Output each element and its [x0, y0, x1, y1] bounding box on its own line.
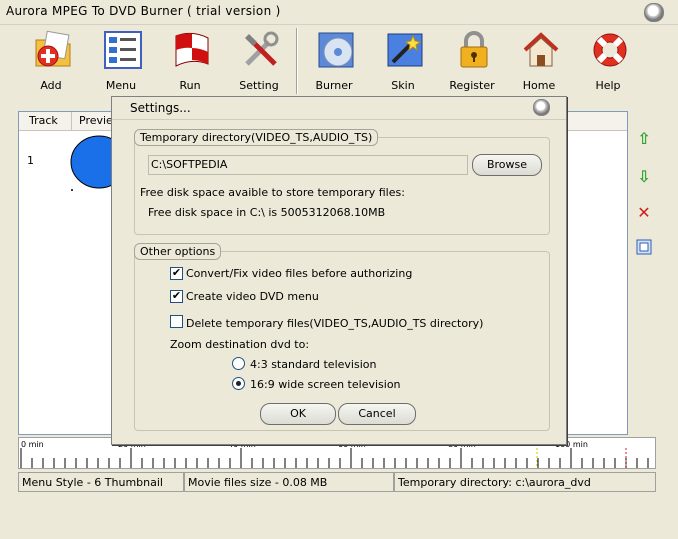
zoom-label: Zoom destination dvd to:: [170, 338, 310, 351]
cancel-button[interactable]: Cancel: [338, 403, 416, 425]
move-up-icon[interactable]: ⇧: [635, 130, 653, 148]
home-label: Home: [522, 79, 556, 92]
delete-icon[interactable]: ✕: [635, 204, 653, 222]
ok-button[interactable]: OK: [260, 403, 336, 425]
menu-button[interactable]: Menu: [88, 30, 154, 96]
run-button[interactable]: Run: [157, 30, 223, 96]
properties-icon[interactable]: [635, 239, 653, 257]
other-options-legend: Other options: [134, 243, 222, 260]
dialog-title-bar: Settings...: [112, 97, 566, 120]
zoom-16-9-label[interactable]: 16:9 wide screen television: [250, 378, 401, 391]
track-number: 1: [27, 154, 34, 167]
lifebuoy-icon: [593, 33, 627, 67]
toolbar-separator: [296, 28, 298, 94]
register-label: Register: [449, 79, 495, 92]
preview-thumbnail: [70, 135, 115, 191]
setting-button[interactable]: Setting: [226, 30, 292, 96]
convert-checkbox[interactable]: ✔: [170, 267, 183, 280]
status-menu-style: Menu Style - 6 Thumbnail: [18, 472, 184, 492]
status-temp-dir: Temporary directory: c:\aurora_dvd: [394, 472, 656, 492]
help-label: Help: [595, 79, 621, 92]
home-button[interactable]: Home: [506, 30, 572, 96]
timeline-ruler: [20, 448, 649, 468]
delete-temp-label[interactable]: Delete temporary files(VIDEO_TS,AUDIO_TS…: [186, 317, 483, 330]
zoom-16-9-radio[interactable]: [232, 377, 245, 390]
run-label: Run: [179, 79, 201, 92]
disc-icon: [318, 32, 354, 68]
menu-icon: [104, 31, 142, 69]
convert-label[interactable]: Convert/Fix video files before authorizi…: [186, 267, 412, 280]
run-flag-icon: [175, 32, 209, 67]
add-folder-icon: [35, 30, 71, 67]
delete-temp-checkbox[interactable]: [170, 315, 183, 328]
status-files-size: Movie files size - 0.08 MB: [184, 472, 394, 492]
add-label: Add: [40, 79, 62, 92]
menu-label: Menu: [105, 79, 137, 92]
skin-label: Skin: [391, 79, 415, 92]
temp-directory-field[interactable]: C:\SOFTPEDIA: [148, 155, 468, 175]
free-space-value: Free disk space in C:\ is 5005312068.10M…: [148, 206, 386, 219]
padlock-icon: [460, 31, 488, 68]
window-close-button[interactable]: [644, 3, 664, 22]
browse-button[interactable]: Browse: [472, 154, 542, 176]
dialog-close-button[interactable]: [533, 99, 550, 116]
dialog-title: Settings...: [130, 101, 191, 115]
create-menu-checkbox[interactable]: ✔: [170, 290, 183, 303]
burner-label: Burner: [315, 79, 353, 92]
tools-icon: [245, 31, 279, 66]
move-down-icon[interactable]: ⇩: [635, 168, 653, 186]
burner-button[interactable]: Burner: [301, 30, 367, 96]
title-bar: Aurora MPEG To DVD Burner ( trial versio…: [0, 0, 678, 25]
setting-label: Setting: [239, 79, 279, 92]
zoom-4-3-radio[interactable]: [232, 357, 245, 370]
skin-button[interactable]: Skin: [370, 30, 436, 96]
home-icon: [523, 32, 559, 67]
add-button[interactable]: Add: [18, 30, 84, 96]
free-space-label: Free disk space avaible to store tempora…: [140, 186, 405, 199]
zoom-4-3-label[interactable]: 4:3 standard television: [250, 358, 376, 371]
column-header-track[interactable]: Track: [29, 114, 58, 127]
help-button[interactable]: Help: [575, 30, 641, 96]
create-menu-label[interactable]: Create video DVD menu: [186, 290, 319, 303]
column-divider: [71, 112, 72, 130]
magic-wand-icon: [387, 33, 423, 67]
register-button[interactable]: Register: [439, 30, 505, 96]
settings-dialog: Settings... Temporary directory(VIDEO_TS…: [111, 96, 567, 445]
temp-directory-legend: Temporary directory(VIDEO_TS,AUDIO_TS): [134, 129, 379, 146]
window-title: Aurora MPEG To DVD Burner ( trial versio…: [6, 4, 281, 18]
